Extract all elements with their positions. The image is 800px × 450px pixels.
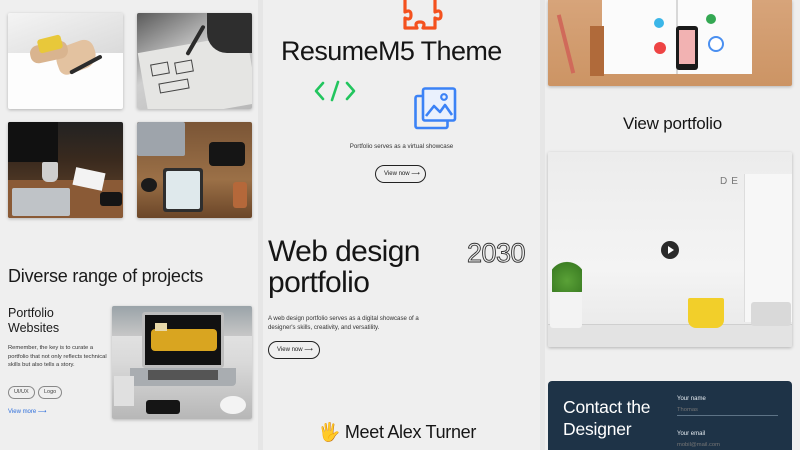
sketching-photo — [8, 13, 123, 109]
meet-heading: 🖐 Meet Alex Turner — [318, 422, 476, 443]
theme-subtitle: Portfolio serves as a virtual showcase — [349, 143, 454, 150]
puzzle-icon — [403, 0, 443, 30]
waving-hand-icon: 🖐 — [318, 422, 341, 442]
code-icon — [314, 80, 356, 102]
tablet-desk-photo — [137, 122, 252, 218]
theme-title: ResumeM5 Theme — [281, 36, 502, 66]
feature-year: 2030 — [467, 238, 526, 269]
section-title: Diverse range of projects — [8, 266, 204, 286]
card-title: Portfolio Websites — [8, 306, 60, 335]
name-input[interactable] — [677, 405, 778, 416]
view-more-link[interactable]: View more ⟶ — [8, 408, 47, 415]
feature-title: Web design portfolio — [268, 235, 420, 299]
feature-view-now-button[interactable]: View now ⟶ — [268, 341, 320, 359]
email-label: Your email — [677, 431, 706, 437]
feature-description: A web design portfolio serves as a digit… — [268, 315, 419, 331]
contact-title: Contact the Designer — [563, 397, 651, 439]
play-icon[interactable] — [661, 241, 679, 259]
middle-column — [263, 0, 540, 450]
tag-logo[interactable]: Logo — [38, 386, 63, 399]
laptop-desk-photo — [8, 122, 123, 218]
app-book-photo — [548, 0, 792, 86]
view-portfolio-heading: View portfolio — [623, 114, 722, 133]
wireframe-sketch-photo — [137, 13, 252, 109]
gallery-icon — [414, 87, 457, 130]
name-label: Your name — [677, 396, 706, 402]
tag-ui-ux[interactable]: UI/UX — [8, 386, 35, 399]
email-input[interactable] — [677, 440, 778, 450]
meet-heading-text: Meet Alex Turner — [344, 422, 477, 442]
laptop-photo — [112, 306, 252, 419]
view-now-button[interactable]: View now ⟶ — [375, 165, 426, 183]
card-description: Remember, the key is to curate a portfol… — [8, 345, 107, 368]
